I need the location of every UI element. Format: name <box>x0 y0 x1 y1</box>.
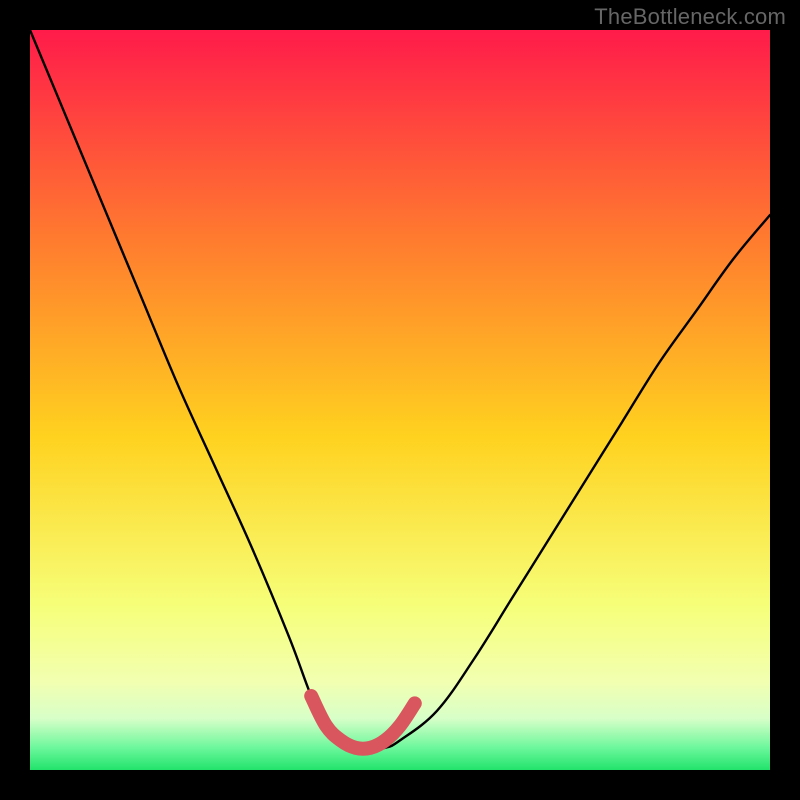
plot-background <box>30 30 770 770</box>
watermark-text: TheBottleneck.com <box>594 4 786 30</box>
chart-frame: TheBottleneck.com <box>0 0 800 800</box>
bottleneck-chart <box>0 0 800 800</box>
